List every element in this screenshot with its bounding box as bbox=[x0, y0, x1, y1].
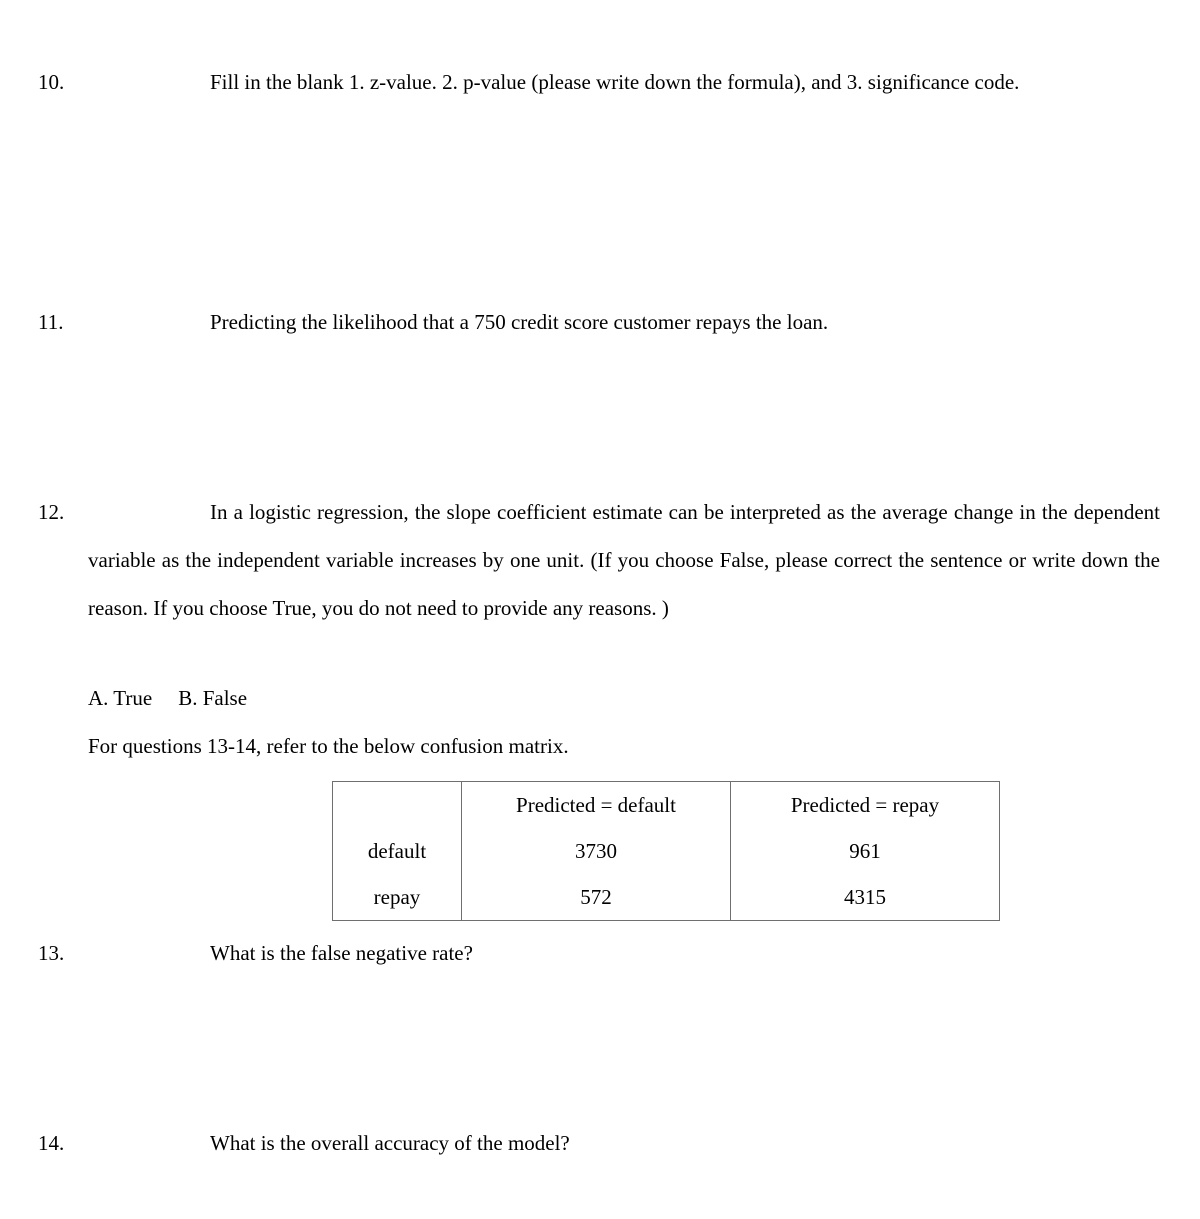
matrix-cell-default-repay: 961 bbox=[849, 839, 881, 863]
matrix-row-header-repay: repay bbox=[332, 874, 462, 921]
question-12-body: In a logistic regression, the slope coef… bbox=[88, 500, 1160, 620]
choice-b-false[interactable]: B. False bbox=[178, 686, 247, 710]
question-block-13: 13. What is the false negative rate? bbox=[38, 929, 1160, 977]
question-13-body: What is the false negative rate? bbox=[210, 941, 473, 965]
question-block-14: 14. What is the overall accuracy of the … bbox=[38, 1119, 1160, 1167]
question-number-14: 14. bbox=[38, 1131, 65, 1155]
question-number-10: 10. bbox=[38, 70, 65, 94]
question-11-body: Predicting the likelihood that a 750 cre… bbox=[210, 310, 829, 334]
choice-a-true[interactable]: A. True bbox=[88, 686, 152, 710]
question-block-12: 12. In a logistic regression, the slope … bbox=[38, 488, 1160, 632]
question-number-12: 12. bbox=[38, 500, 65, 524]
table-row: default 3730 961 bbox=[332, 828, 1000, 874]
matrix-cell-default-default: 3730 bbox=[461, 828, 731, 874]
matrix-row-header-default: default bbox=[332, 828, 462, 874]
confusion-matrix-table: Predicted = default Predicted = repay de… bbox=[332, 781, 1000, 921]
question-block-11: 11. Predicting the likelihood that a 750… bbox=[38, 298, 1160, 346]
table-row: repay 572 4315 bbox=[332, 874, 1000, 921]
document-page: 10. Fill in the blank 1. z-value. 2. p-v… bbox=[0, 0, 1200, 1219]
matrix-cell-repay-default: 572 bbox=[461, 874, 731, 921]
question-text-10: Fill in the blank 1. z-value. 2. p-value… bbox=[88, 58, 1160, 106]
matrix-cell-repay-repay: 4315 bbox=[844, 885, 886, 909]
question-number-11: 11. bbox=[38, 310, 64, 334]
question-text-14: What is the overall accuracy of the mode… bbox=[88, 1119, 1160, 1167]
question-number-13: 13. bbox=[38, 941, 65, 965]
answer-choices: A. True B. False bbox=[88, 674, 247, 722]
table-row-header: Predicted = default Predicted = repay bbox=[332, 781, 1000, 828]
matrix-corner-cell bbox=[332, 781, 462, 828]
matrix-col-header-predicted-default: Predicted = default bbox=[461, 781, 731, 828]
confusion-matrix: Predicted = default Predicted = repay de… bbox=[332, 781, 1000, 921]
matrix-col-header-predicted-repay: Predicted = repay bbox=[790, 793, 940, 817]
question-10-body: Fill in the blank 1. z-value. 2. p-value… bbox=[210, 70, 1020, 94]
question-14-body: What is the overall accuracy of the mode… bbox=[210, 1131, 570, 1155]
question-text-11: Predicting the likelihood that a 750 cre… bbox=[88, 298, 1160, 346]
question-text-12: In a logistic regression, the slope coef… bbox=[88, 488, 1160, 632]
question-text-13: What is the false negative rate? bbox=[88, 929, 1160, 977]
matrix-instruction: For questions 13-14, refer to the below … bbox=[88, 734, 569, 758]
question-block-10: 10. Fill in the blank 1. z-value. 2. p-v… bbox=[38, 58, 1160, 106]
